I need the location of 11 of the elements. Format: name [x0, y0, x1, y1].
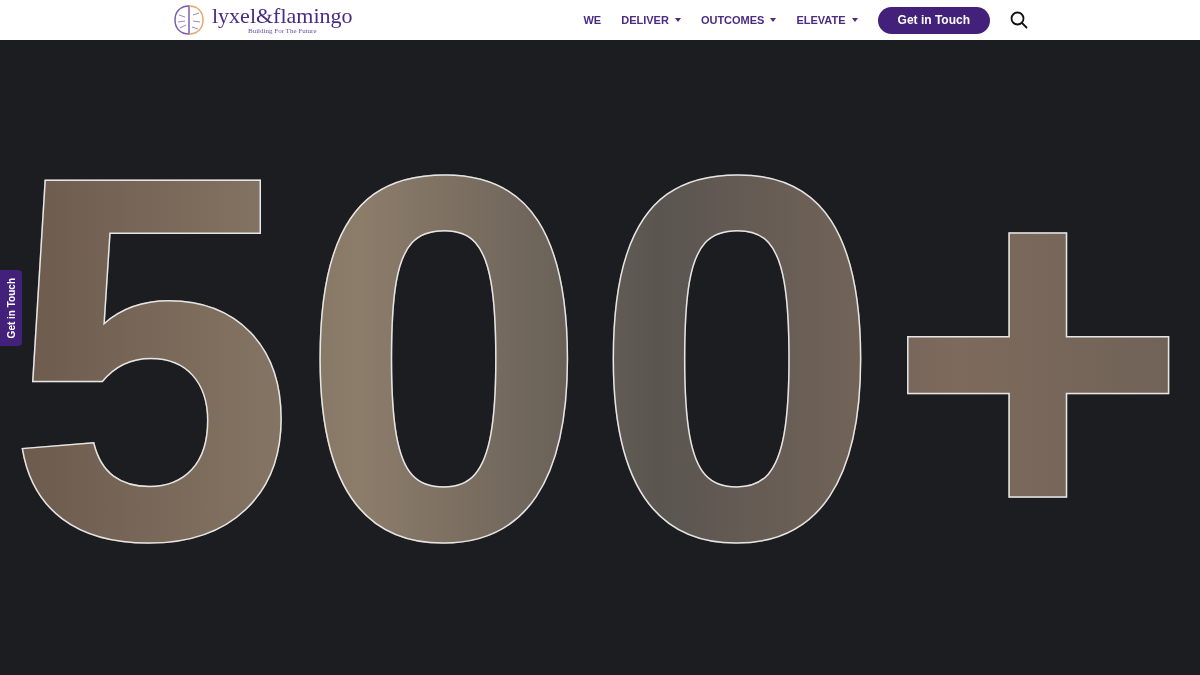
caret-icon	[674, 18, 681, 22]
nav-link[interactable]: ELEVATE	[796, 11, 858, 29]
caret-icon	[770, 18, 777, 22]
search-icon[interactable]	[1010, 11, 1028, 29]
logo-wordmark: lyxel&flamingo	[212, 5, 353, 27]
nav-link[interactable]: DELIVER	[621, 11, 681, 29]
get-in-touch-button[interactable]: Get in Touch	[877, 6, 990, 34]
nav-link[interactable]: OUTCOMES	[700, 11, 777, 29]
caret-icon	[851, 18, 858, 22]
side-tab[interactable]: Get in Touch	[0, 270, 22, 346]
nav-link[interactable]: WE	[583, 11, 602, 29]
